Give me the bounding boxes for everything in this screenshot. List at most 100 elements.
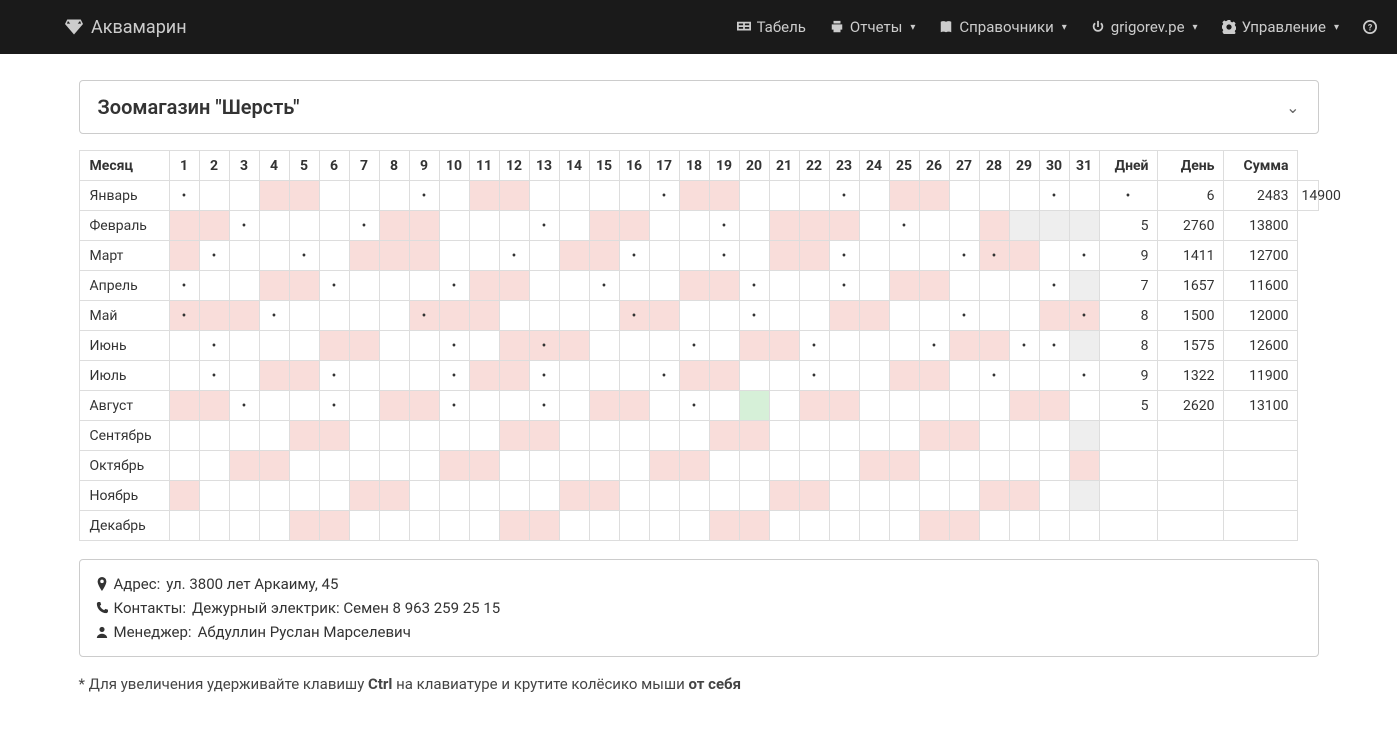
day-cell[interactable] <box>289 481 319 511</box>
day-cell[interactable] <box>619 481 649 511</box>
day-cell[interactable] <box>919 271 949 301</box>
day-cell[interactable] <box>169 181 199 211</box>
day-cell[interactable] <box>709 241 739 271</box>
day-cell[interactable] <box>229 361 259 391</box>
day-cell[interactable] <box>1009 421 1039 451</box>
day-cell[interactable] <box>769 391 799 421</box>
day-cell[interactable] <box>319 271 349 301</box>
day-cell[interactable] <box>1069 241 1099 271</box>
day-cell[interactable] <box>499 331 529 361</box>
day-cell[interactable] <box>709 391 739 421</box>
day-cell[interactable] <box>1039 271 1069 301</box>
day-cell[interactable] <box>709 421 739 451</box>
brand[interactable]: Аквамарин <box>65 17 187 38</box>
day-cell[interactable] <box>829 361 859 391</box>
day-cell[interactable] <box>409 451 439 481</box>
day-cell[interactable] <box>829 391 859 421</box>
day-cell[interactable] <box>739 331 769 361</box>
day-cell[interactable] <box>199 361 229 391</box>
day-cell[interactable] <box>589 451 619 481</box>
day-cell[interactable] <box>319 391 349 421</box>
day-cell[interactable] <box>709 211 739 241</box>
day-cell[interactable] <box>949 211 979 241</box>
day-cell[interactable] <box>319 331 349 361</box>
day-cell[interactable] <box>409 301 439 331</box>
day-cell[interactable] <box>709 301 739 331</box>
day-cell[interactable] <box>919 241 949 271</box>
day-cell[interactable] <box>679 361 709 391</box>
day-cell[interactable] <box>649 511 679 541</box>
day-cell[interactable] <box>979 361 1009 391</box>
day-cell[interactable] <box>769 481 799 511</box>
day-cell[interactable] <box>349 511 379 541</box>
day-cell[interactable] <box>379 181 409 211</box>
day-cell[interactable] <box>259 301 289 331</box>
day-cell[interactable] <box>649 481 679 511</box>
day-cell[interactable] <box>529 421 559 451</box>
day-cell[interactable] <box>859 361 889 391</box>
day-cell[interactable] <box>169 361 199 391</box>
day-cell[interactable] <box>379 361 409 391</box>
day-cell[interactable] <box>859 211 889 241</box>
day-cell[interactable] <box>169 511 199 541</box>
day-cell[interactable] <box>169 241 199 271</box>
day-cell[interactable] <box>889 511 919 541</box>
day-cell[interactable] <box>769 301 799 331</box>
day-cell[interactable] <box>559 361 589 391</box>
day-cell[interactable] <box>679 391 709 421</box>
day-cell[interactable] <box>709 361 739 391</box>
day-cell[interactable] <box>379 511 409 541</box>
day-cell[interactable] <box>439 451 469 481</box>
day-cell[interactable] <box>199 511 229 541</box>
day-cell[interactable] <box>979 271 1009 301</box>
day-cell[interactable] <box>979 451 1009 481</box>
day-cell[interactable] <box>1039 481 1069 511</box>
day-cell[interactable] <box>169 421 199 451</box>
day-cell[interactable] <box>649 211 679 241</box>
day-cell[interactable] <box>1069 361 1099 391</box>
day-cell[interactable] <box>1009 211 1039 241</box>
day-cell[interactable] <box>439 211 469 241</box>
day-cell[interactable] <box>289 361 319 391</box>
day-cell[interactable] <box>529 271 559 301</box>
day-cell[interactable] <box>319 181 349 211</box>
day-cell[interactable] <box>529 241 559 271</box>
day-cell[interactable] <box>739 421 769 451</box>
day-cell[interactable] <box>589 211 619 241</box>
day-cell[interactable] <box>469 361 499 391</box>
day-cell[interactable] <box>439 331 469 361</box>
day-cell[interactable] <box>919 181 949 211</box>
day-cell[interactable] <box>559 211 589 241</box>
day-cell[interactable] <box>1069 421 1099 451</box>
day-cell[interactable] <box>739 181 769 211</box>
day-cell[interactable] <box>379 391 409 421</box>
day-cell[interactable] <box>199 391 229 421</box>
day-cell[interactable] <box>589 511 619 541</box>
day-cell[interactable] <box>199 301 229 331</box>
day-cell[interactable] <box>829 511 859 541</box>
day-cell[interactable] <box>859 511 889 541</box>
day-cell[interactable] <box>349 481 379 511</box>
nav-tabel[interactable]: Табель <box>737 18 806 36</box>
day-cell[interactable] <box>589 391 619 421</box>
day-cell[interactable] <box>319 451 349 481</box>
nav-refs[interactable]: Справочники ▾ <box>939 18 1066 36</box>
day-cell[interactable] <box>769 511 799 541</box>
day-cell[interactable] <box>769 331 799 361</box>
day-cell[interactable] <box>889 301 919 331</box>
day-cell[interactable] <box>949 391 979 421</box>
day-cell[interactable] <box>799 511 829 541</box>
day-cell[interactable] <box>199 271 229 301</box>
day-cell[interactable] <box>349 391 379 421</box>
day-cell[interactable] <box>1039 511 1069 541</box>
day-cell[interactable] <box>469 391 499 421</box>
day-cell[interactable] <box>949 271 979 301</box>
day-cell[interactable] <box>1039 301 1069 331</box>
day-cell[interactable] <box>319 361 349 391</box>
day-cell[interactable] <box>739 271 769 301</box>
day-cell[interactable] <box>979 331 1009 361</box>
day-cell[interactable] <box>289 271 319 301</box>
day-cell[interactable] <box>649 421 679 451</box>
day-cell[interactable] <box>709 481 739 511</box>
day-cell[interactable] <box>589 421 619 451</box>
